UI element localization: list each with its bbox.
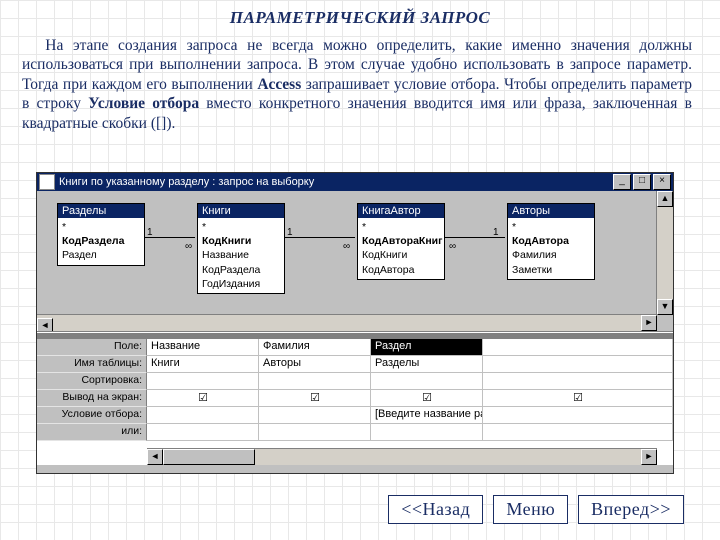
table-box-3[interactable]: Авторы*КодАвтораФамилияЗаметки xyxy=(507,203,595,280)
table-box-0[interactable]: Разделы*КодРазделаРаздел xyxy=(57,203,145,266)
grid-cell-empty[interactable] xyxy=(483,356,673,373)
scroll-right-icon[interactable]: ► xyxy=(641,449,657,465)
scroll-up-icon[interactable]: ▲ xyxy=(657,191,673,207)
scroll-left-icon[interactable]: ◄ xyxy=(37,318,53,332)
scroll-down-icon[interactable]: ▼ xyxy=(657,299,673,315)
grid-cell[interactable]: Книги xyxy=(147,356,259,373)
cardinality-label: 1 xyxy=(287,227,293,238)
table-fields: *КодКнигиНазваниеКодРазделаГодИздания xyxy=(198,218,284,293)
design-grid-pane: Поле:НазваниеФамилияРаздел Имя таблицы:Кн… xyxy=(37,339,673,465)
grid-cell[interactable] xyxy=(147,373,259,390)
relationship-pane: ▲ ▼ ◄ ► Разделы*КодРазделаРазделКниги*Ко… xyxy=(37,191,673,332)
table-fields: *КодАвтораФамилияЗаметки xyxy=(508,218,594,279)
grid-cell-empty[interactable] xyxy=(483,339,673,356)
grid-cell[interactable] xyxy=(259,390,371,407)
minimize-button[interactable]: _ xyxy=(613,174,631,190)
grid-cell[interactable]: Разделы xyxy=(371,356,483,373)
access-window: Книги по указанному разделу : запрос на … xyxy=(36,172,674,474)
scroll-left-icon[interactable]: ◄ xyxy=(147,449,163,465)
horizontal-scrollbar[interactable]: ◄ ► xyxy=(37,314,657,331)
grid-cell[interactable]: Фамилия xyxy=(259,339,371,356)
table-title: Авторы xyxy=(508,204,594,218)
table-fields: *КодРазделаРаздел xyxy=(58,218,144,265)
scroll-right-icon[interactable]: ► xyxy=(641,315,657,331)
scroll-thumb[interactable] xyxy=(163,449,255,465)
grid-cell[interactable]: Авторы xyxy=(259,356,371,373)
row-header: или: xyxy=(37,424,147,441)
table-title: Книги xyxy=(198,204,284,218)
grid-cell[interactable]: Раздел xyxy=(371,339,483,356)
page-title: ПАРАМЕТРИЧЕСКИЙ ЗАПРОС xyxy=(0,0,720,28)
cardinality-label: 1 xyxy=(493,227,499,238)
grid-cell[interactable]: Название xyxy=(147,339,259,356)
menu-button[interactable]: Меню xyxy=(493,495,568,524)
grid-cell[interactable] xyxy=(371,424,483,441)
table-box-2[interactable]: КнигаАвтор*КодАвтораКнигКодКнигиКодАвтор… xyxy=(357,203,445,280)
relationship-line xyxy=(285,237,355,238)
grid-cell-empty[interactable] xyxy=(483,407,673,424)
grid-cell[interactable] xyxy=(259,424,371,441)
pane-splitter[interactable] xyxy=(37,332,673,339)
grid-cell[interactable] xyxy=(147,424,259,441)
cardinality-label: ∞ xyxy=(449,241,456,252)
next-button[interactable]: Вперед>> xyxy=(578,495,684,524)
table-title: Разделы xyxy=(58,204,144,218)
row-header: Условие отбора: xyxy=(37,407,147,424)
cardinality-label: ∞ xyxy=(185,241,192,252)
intro-paragraph: На этапе создания запроса не всегда можн… xyxy=(0,28,720,141)
grid-cell[interactable]: [Введите название раздела] xyxy=(371,407,483,424)
design-grid: Поле:НазваниеФамилияРаздел Имя таблицы:Кн… xyxy=(37,339,673,441)
grid-cell[interactable] xyxy=(371,373,483,390)
row-header: Сортировка: xyxy=(37,373,147,390)
back-button[interactable]: <<Назад xyxy=(388,495,483,524)
grid-cell-empty[interactable] xyxy=(483,424,673,441)
close-button[interactable]: × xyxy=(653,174,671,190)
titlebar: Книги по указанному разделу : запрос на … xyxy=(37,173,673,191)
app-icon xyxy=(39,174,55,190)
nav-buttons: <<Назад Меню Вперед>> xyxy=(388,495,684,524)
grid-cell-empty[interactable] xyxy=(483,390,673,407)
table-fields: *КодАвтораКнигКодКнигиКодАвтора xyxy=(358,218,444,279)
vertical-scrollbar[interactable]: ▲ ▼ xyxy=(656,191,673,315)
grid-horizontal-scrollbar[interactable]: ◄ ► xyxy=(147,448,657,465)
maximize-button[interactable]: □ xyxy=(633,174,651,190)
table-title: КнигаАвтор xyxy=(358,204,444,218)
grid-cell[interactable] xyxy=(371,390,483,407)
grid-cell-empty[interactable] xyxy=(483,373,673,390)
cardinality-label: 1 xyxy=(147,227,153,238)
row-header: Поле: xyxy=(37,339,147,356)
cardinality-label: ∞ xyxy=(343,241,350,252)
row-header: Имя таблицы: xyxy=(37,356,147,373)
row-header: Вывод на экран: xyxy=(37,390,147,407)
grid-cell[interactable] xyxy=(147,390,259,407)
window-title: Книги по указанному разделу : запрос на … xyxy=(59,176,611,188)
grid-cell[interactable] xyxy=(147,407,259,424)
grid-cell[interactable] xyxy=(259,407,371,424)
table-box-1[interactable]: Книги*КодКнигиНазваниеКодРазделаГодИздан… xyxy=(197,203,285,294)
grid-cell[interactable] xyxy=(259,373,371,390)
